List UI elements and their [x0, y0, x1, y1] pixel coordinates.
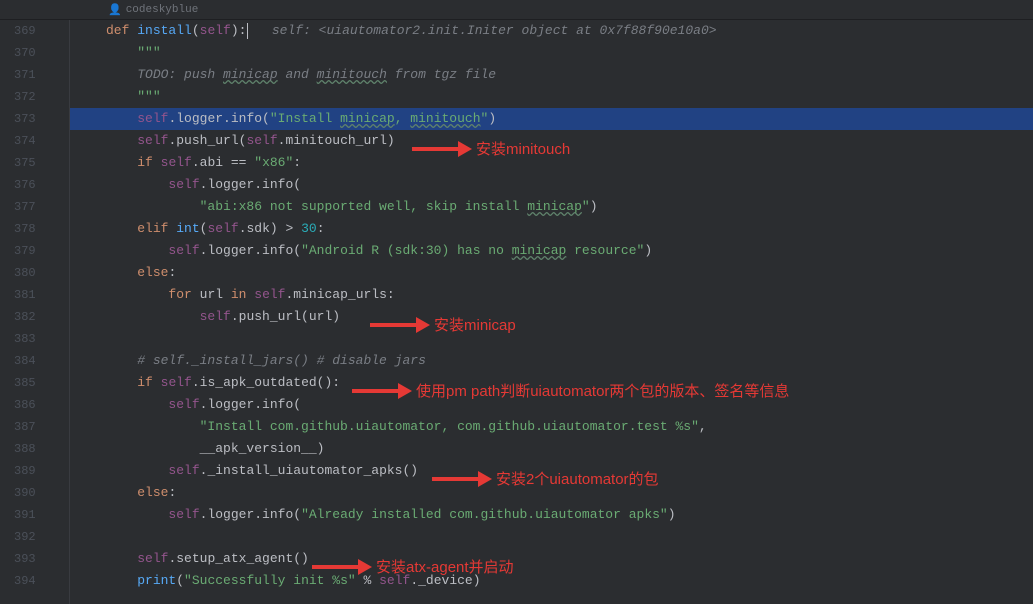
- line-number[interactable]: 383: [0, 328, 69, 350]
- code-line[interactable]: elif int(self.sdk) > 30:: [70, 218, 1033, 240]
- code-line[interactable]: self.setup_atx_agent(): [70, 548, 1033, 570]
- line-number[interactable]: 391: [0, 504, 69, 526]
- line-gutter: 369 370 371 372 373 374 375 376 377 378 …: [0, 20, 70, 604]
- code-line[interactable]: if self.is_apk_outdated():: [70, 372, 1033, 394]
- line-number[interactable]: 380: [0, 262, 69, 284]
- code-line[interactable]: [70, 328, 1033, 350]
- line-number[interactable]: 371: [0, 64, 69, 86]
- line-number[interactable]: 377: [0, 196, 69, 218]
- line-number[interactable]: 375: [0, 152, 69, 174]
- code-line[interactable]: else:: [70, 482, 1033, 504]
- line-number[interactable]: 389: [0, 460, 69, 482]
- line-number[interactable]: 390: [0, 482, 69, 504]
- code-line[interactable]: self.logger.info(: [70, 174, 1033, 196]
- line-number[interactable]: 382: [0, 306, 69, 328]
- author-name: codeskyblue: [126, 4, 199, 16]
- code-line[interactable]: """: [70, 86, 1033, 108]
- code-line[interactable]: self.push_url(url): [70, 306, 1033, 328]
- line-number[interactable]: 392: [0, 526, 69, 548]
- line-number[interactable]: 394: [0, 570, 69, 592]
- code-line[interactable]: __apk_version__): [70, 438, 1033, 460]
- line-number[interactable]: 372: [0, 86, 69, 108]
- line-number[interactable]: 374: [0, 130, 69, 152]
- line-number[interactable]: 388: [0, 438, 69, 460]
- code-line[interactable]: else:: [70, 262, 1033, 284]
- code-line[interactable]: def install(self): self: <uiautomator2.i…: [70, 20, 1033, 42]
- line-number[interactable]: 369: [0, 20, 69, 42]
- line-number[interactable]: 393: [0, 548, 69, 570]
- code-line[interactable]: for url in self.minicap_urls:: [70, 284, 1033, 306]
- line-number[interactable]: 385: [0, 372, 69, 394]
- code-line[interactable]: [70, 526, 1033, 548]
- code-line[interactable]: "abi:x86 not supported well, skip instal…: [70, 196, 1033, 218]
- line-number[interactable]: 370: [0, 42, 69, 64]
- code-line[interactable]: self.logger.info(: [70, 394, 1033, 416]
- code-line[interactable]: """: [70, 42, 1033, 64]
- line-number[interactable]: 384: [0, 350, 69, 372]
- author-header: 👤 codeskyblue: [0, 0, 1033, 20]
- person-icon: 👤: [108, 3, 122, 17]
- line-number[interactable]: 373: [0, 108, 69, 130]
- code-line[interactable]: # self._install_jars() # disable jars: [70, 350, 1033, 372]
- code-line[interactable]: self.logger.info("Already installed com.…: [70, 504, 1033, 526]
- code-line[interactable]: TODO: push minicap and minitouch from tg…: [70, 64, 1033, 86]
- line-number[interactable]: 381: [0, 284, 69, 306]
- code-line[interactable]: print("Successfully init %s" % self._dev…: [70, 570, 1033, 592]
- highlighted-line[interactable]: self.logger.info("Install minicap, minit…: [70, 108, 1033, 130]
- code-line[interactable]: "Install com.github.uiautomator, com.git…: [70, 416, 1033, 438]
- code-line[interactable]: self.push_url(self.minitouch_url): [70, 130, 1033, 152]
- code-editor[interactable]: 369 370 371 372 373 374 375 376 377 378 …: [0, 20, 1033, 604]
- line-number[interactable]: 378: [0, 218, 69, 240]
- line-number[interactable]: 376: [0, 174, 69, 196]
- code-line[interactable]: if self.abi == "x86":: [70, 152, 1033, 174]
- code-area[interactable]: def install(self): self: <uiautomator2.i…: [70, 20, 1033, 604]
- line-number[interactable]: 387: [0, 416, 69, 438]
- line-number[interactable]: 379: [0, 240, 69, 262]
- line-number[interactable]: 386: [0, 394, 69, 416]
- code-line[interactable]: self._install_uiautomator_apks(): [70, 460, 1033, 482]
- code-line[interactable]: self.logger.info("Android R (sdk:30) has…: [70, 240, 1033, 262]
